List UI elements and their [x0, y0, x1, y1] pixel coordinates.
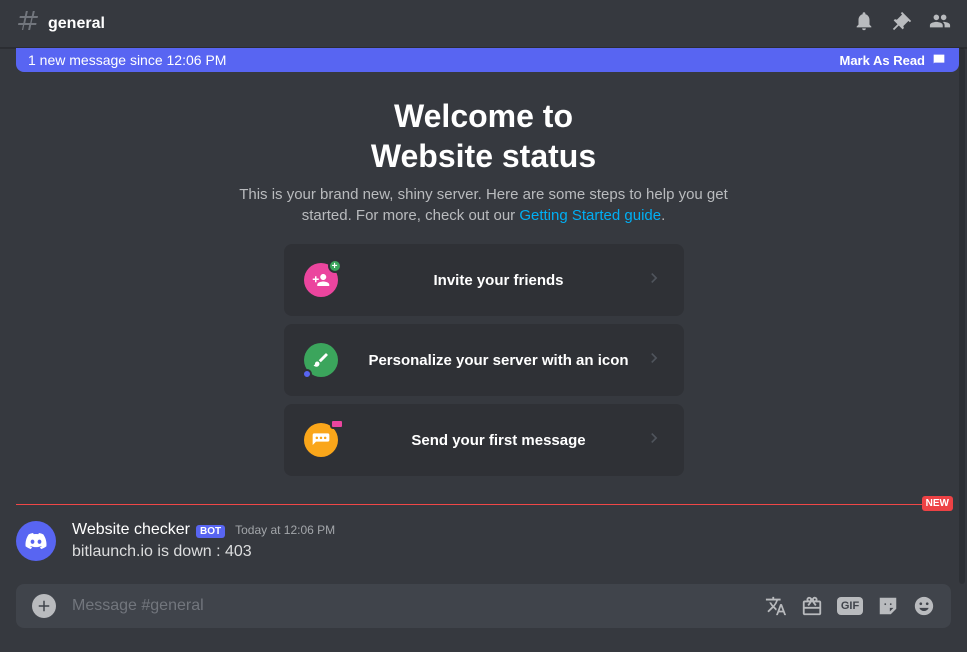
gif-button[interactable]: GIF [837, 597, 863, 615]
welcome-cards: + Invite your friends Personalize your s… [284, 244, 684, 476]
chevron-right-icon [644, 428, 664, 453]
personalize-card[interactable]: Personalize your server with an icon [284, 324, 684, 396]
new-badge: NEW [922, 496, 953, 511]
mark-as-read-label: Mark As Read [840, 53, 926, 68]
personalize-icon [304, 343, 338, 377]
emoji-icon[interactable] [913, 595, 935, 617]
message-item: Website checker BOT Today at 12:06 PM bi… [16, 517, 951, 579]
translate-icon[interactable] [765, 595, 787, 617]
invite-friends-card[interactable]: + Invite your friends [284, 244, 684, 316]
welcome-title-line2: Website status [371, 138, 596, 174]
hash-icon [16, 9, 40, 38]
new-divider: NEW [16, 504, 951, 505]
username[interactable]: Website checker [72, 521, 190, 539]
message-input-area: Message #general GIF [16, 584, 951, 628]
welcome-desc-end: . [661, 207, 665, 224]
new-message-text: 1 new message since 12:06 PM [28, 52, 226, 68]
input-icons: GIF [765, 595, 935, 617]
notifications-icon[interactable] [853, 10, 875, 37]
new-message-bar[interactable]: 1 new message since 12:06 PM Mark As Rea… [16, 48, 959, 72]
welcome-title-line1: Welcome to [394, 98, 573, 134]
sticker-icon[interactable] [877, 595, 899, 617]
personalize-label: Personalize your server with an icon [354, 352, 644, 369]
message-content: Website checker BOT Today at 12:06 PM bi… [72, 521, 951, 563]
gift-icon[interactable] [801, 595, 823, 617]
attach-button[interactable] [32, 594, 56, 618]
chevron-right-icon [644, 268, 664, 293]
message-header: Website checker BOT Today at 12:06 PM [72, 521, 951, 539]
bot-tag: BOT [196, 525, 225, 538]
timestamp: Today at 12:06 PM [235, 523, 335, 537]
message-text: bitlaunch.io is down : 403 [72, 541, 951, 563]
message-list: Welcome to Website status This is your b… [0, 72, 967, 584]
getting-started-link[interactable]: Getting Started guide [519, 207, 661, 224]
header-toolbar [853, 10, 951, 37]
members-icon[interactable] [929, 10, 951, 37]
pin-icon[interactable] [891, 10, 913, 37]
message-icon [304, 423, 338, 457]
avatar[interactable] [16, 521, 56, 561]
welcome-title: Welcome to Website status [234, 96, 734, 176]
welcome-description: This is your brand new, shiny server. He… [234, 184, 734, 226]
invite-icon: + [304, 263, 338, 297]
welcome-block: Welcome to Website status This is your b… [234, 96, 734, 476]
chevron-right-icon [644, 348, 664, 373]
message-input[interactable]: Message #general [72, 597, 765, 615]
channel-name: general [48, 15, 105, 33]
mark-as-read-button[interactable]: Mark As Read [840, 52, 948, 68]
invite-friends-label: Invite your friends [354, 272, 644, 289]
channel-header: general [0, 0, 967, 48]
first-message-label: Send your first message [354, 432, 644, 449]
scrollbar[interactable] [959, 48, 965, 584]
first-message-card[interactable]: Send your first message [284, 404, 684, 476]
